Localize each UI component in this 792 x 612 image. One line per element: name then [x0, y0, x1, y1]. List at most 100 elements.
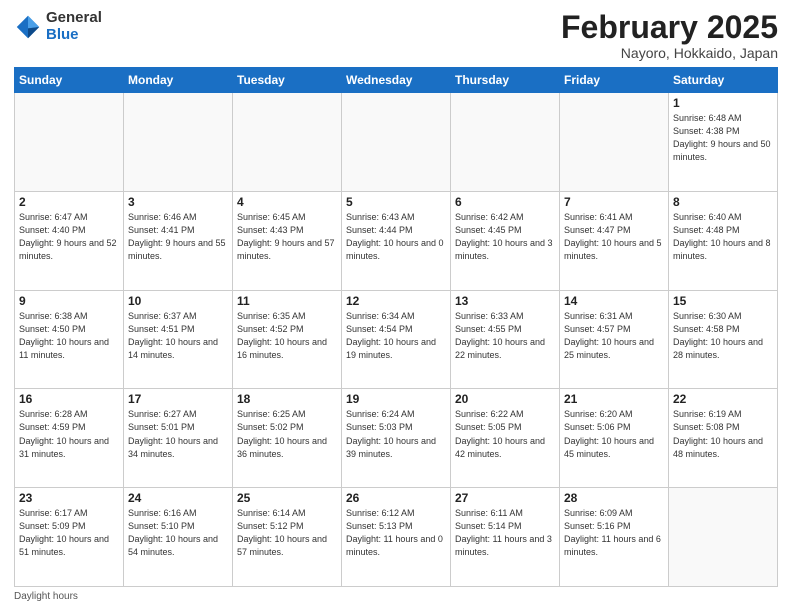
day-info: Sunrise: 6:31 AM Sunset: 4:57 PM Dayligh… — [564, 310, 664, 362]
day-info: Sunrise: 6:47 AM Sunset: 4:40 PM Dayligh… — [19, 211, 119, 263]
day-cell — [451, 93, 560, 192]
day-cell: 2Sunrise: 6:47 AM Sunset: 4:40 PM Daylig… — [15, 191, 124, 290]
day-cell: 19 Sunrise: 6:24 AM Sunset: 5:03 PM Dayli… — [342, 389, 451, 488]
day-number: 6 — [455, 195, 555, 209]
day-number: 10 — [128, 294, 228, 308]
week-row-1: 2Sunrise: 6:47 AM Sunset: 4:40 PM Daylig… — [15, 191, 778, 290]
day-info: Sunrise: 6:45 AM Sunset: 4:43 PM Dayligh… — [237, 211, 337, 263]
day-number: 16 — [19, 392, 119, 406]
week-row-2: 9 Sunrise: 6:38 AM Sunset: 4:50 PM Daylig… — [15, 290, 778, 389]
day-info: Sunrise: 6:16 AM Sunset: 5:10 PM Dayligh… — [128, 507, 228, 559]
day-cell: 17Sunrise: 6:27 AM Sunset: 5:01 PM Dayli… — [124, 389, 233, 488]
day-number: 17 — [128, 392, 228, 406]
logo-general: General — [46, 10, 102, 27]
day-cell: 27 Sunrise: 6:11 AM Sunset: 5:14 PM Dayli… — [451, 488, 560, 587]
calendar-title: February 2025 — [561, 10, 778, 45]
day-cell: 9 Sunrise: 6:38 AM Sunset: 4:50 PM Daylig… — [15, 290, 124, 389]
day-info: Sunrise: 6:37 AM Sunset: 4:51 PM Dayligh… — [128, 310, 228, 362]
day-number: 15 — [673, 294, 773, 308]
day-info: Sunrise: 6:17 AM Sunset: 5:09 PM Dayligh… — [19, 507, 119, 559]
day-cell: 8Sunrise: 6:40 AM Sunset: 4:48 PM Daylig… — [669, 191, 778, 290]
day-info: Sunrise: 6:34 AM Sunset: 4:54 PM Dayligh… — [346, 310, 446, 362]
day-cell: 22 Sunrise: 6:19 AM Sunset: 5:08 PM Dayli… — [669, 389, 778, 488]
day-cell: 11Sunrise: 6:35 AM Sunset: 4:52 PM Dayli… — [233, 290, 342, 389]
day-cell — [669, 488, 778, 587]
day-cell: 10 Sunrise: 6:37 AM Sunset: 4:51 PM Dayli… — [124, 290, 233, 389]
day-cell: 16 Sunrise: 6:28 AM Sunset: 4:59 PM Dayli… — [15, 389, 124, 488]
day-cell: 28Sunrise: 6:09 AM Sunset: 5:16 PM Dayli… — [560, 488, 669, 587]
day-number: 22 — [673, 392, 773, 406]
day-number: 7 — [564, 195, 664, 209]
day-info: Sunrise: 6:12 AM Sunset: 5:13 PM Dayligh… — [346, 507, 446, 559]
day-info: Sunrise: 6:14 AM Sunset: 5:12 PM Dayligh… — [237, 507, 337, 559]
day-info: Sunrise: 6:35 AM Sunset: 4:52 PM Dayligh… — [237, 310, 337, 362]
day-number: 3 — [128, 195, 228, 209]
day-cell: 21 Sunrise: 6:20 AM Sunset: 5:06 PM Dayli… — [560, 389, 669, 488]
day-number: 9 — [19, 294, 119, 308]
day-info: Sunrise: 6:48 AM Sunset: 4:38 PM Dayligh… — [673, 112, 773, 164]
day-cell — [233, 93, 342, 192]
day-number: 14 — [564, 294, 664, 308]
day-info: Sunrise: 6:33 AM Sunset: 4:55 PM Dayligh… — [455, 310, 555, 362]
day-cell: 25 Sunrise: 6:14 AM Sunset: 5:12 PM Dayli… — [233, 488, 342, 587]
day-info: Sunrise: 6:43 AM Sunset: 4:44 PM Dayligh… — [346, 211, 446, 263]
day-number: 21 — [564, 392, 664, 406]
logo-icon — [14, 13, 42, 41]
header: General Blue February 2025 Nayoro, Hokka… — [14, 10, 778, 61]
day-cell: 12 Sunrise: 6:34 AM Sunset: 4:54 PM Dayli… — [342, 290, 451, 389]
day-info: Sunrise: 6:09 AM Sunset: 5:16 PM Dayligh… — [564, 507, 664, 559]
day-number: 19 — [346, 392, 446, 406]
day-cell: 26 Sunrise: 6:12 AM Sunset: 5:13 PM Dayli… — [342, 488, 451, 587]
col-header-monday: Monday — [124, 68, 233, 93]
calendar-body: 1 Sunrise: 6:48 AM Sunset: 4:38 PM Daylig… — [15, 93, 778, 587]
day-number: 1 — [673, 96, 773, 110]
col-header-saturday: Saturday — [669, 68, 778, 93]
week-row-3: 16 Sunrise: 6:28 AM Sunset: 4:59 PM Dayli… — [15, 389, 778, 488]
day-cell: 18 Sunrise: 6:25 AM Sunset: 5:02 PM Dayli… — [233, 389, 342, 488]
daylight-label: Daylight hours — [14, 591, 78, 602]
day-info: Sunrise: 6:11 AM Sunset: 5:14 PM Dayligh… — [455, 507, 555, 559]
logo-text: General Blue — [46, 10, 102, 43]
calendar-header: SundayMondayTuesdayWednesdayThursdayFrid… — [15, 68, 778, 93]
day-info: Sunrise: 6:42 AM Sunset: 4:45 PM Dayligh… — [455, 211, 555, 263]
day-number: 18 — [237, 392, 337, 406]
day-cell: 1 Sunrise: 6:48 AM Sunset: 4:38 PM Daylig… — [669, 93, 778, 192]
day-info: Sunrise: 6:19 AM Sunset: 5:08 PM Dayligh… — [673, 408, 773, 460]
day-cell: 4 Sunrise: 6:45 AM Sunset: 4:43 PM Daylig… — [233, 191, 342, 290]
day-number: 8 — [673, 195, 773, 209]
page: General Blue February 2025 Nayoro, Hokka… — [0, 0, 792, 612]
day-info: Sunrise: 6:22 AM Sunset: 5:05 PM Dayligh… — [455, 408, 555, 460]
day-number: 20 — [455, 392, 555, 406]
day-cell: 6 Sunrise: 6:42 AM Sunset: 4:45 PM Daylig… — [451, 191, 560, 290]
col-header-sunday: Sunday — [15, 68, 124, 93]
day-cell: 7Sunrise: 6:41 AM Sunset: 4:47 PM Daylig… — [560, 191, 669, 290]
day-info: Sunrise: 6:25 AM Sunset: 5:02 PM Dayligh… — [237, 408, 337, 460]
day-info: Sunrise: 6:46 AM Sunset: 4:41 PM Dayligh… — [128, 211, 228, 263]
day-cell — [560, 93, 669, 192]
day-cell: 5Sunrise: 6:43 AM Sunset: 4:44 PM Daylig… — [342, 191, 451, 290]
day-cell: 14 Sunrise: 6:31 AM Sunset: 4:57 PM Dayli… — [560, 290, 669, 389]
day-info: Sunrise: 6:38 AM Sunset: 4:50 PM Dayligh… — [19, 310, 119, 362]
logo-blue: Blue — [46, 27, 102, 44]
day-info: Sunrise: 6:28 AM Sunset: 4:59 PM Dayligh… — [19, 408, 119, 460]
day-number: 27 — [455, 491, 555, 505]
col-header-friday: Friday — [560, 68, 669, 93]
day-info: Sunrise: 6:24 AM Sunset: 5:03 PM Dayligh… — [346, 408, 446, 460]
calendar-subtitle: Nayoro, Hokkaido, Japan — [561, 45, 778, 61]
day-number: 12 — [346, 294, 446, 308]
calendar-table: SundayMondayTuesdayWednesdayThursdayFrid… — [14, 67, 778, 587]
day-cell — [124, 93, 233, 192]
col-header-thursday: Thursday — [451, 68, 560, 93]
day-number: 23 — [19, 491, 119, 505]
day-number: 4 — [237, 195, 337, 209]
day-cell: 20 Sunrise: 6:22 AM Sunset: 5:05 PM Dayli… — [451, 389, 560, 488]
day-number: 26 — [346, 491, 446, 505]
title-block: February 2025 Nayoro, Hokkaido, Japan — [561, 10, 778, 61]
day-cell — [342, 93, 451, 192]
day-info: Sunrise: 6:20 AM Sunset: 5:06 PM Dayligh… — [564, 408, 664, 460]
day-number: 25 — [237, 491, 337, 505]
day-cell — [15, 93, 124, 192]
day-cell: 3 Sunrise: 6:46 AM Sunset: 4:41 PM Daylig… — [124, 191, 233, 290]
col-header-tuesday: Tuesday — [233, 68, 342, 93]
footer: Daylight hours — [14, 591, 778, 602]
